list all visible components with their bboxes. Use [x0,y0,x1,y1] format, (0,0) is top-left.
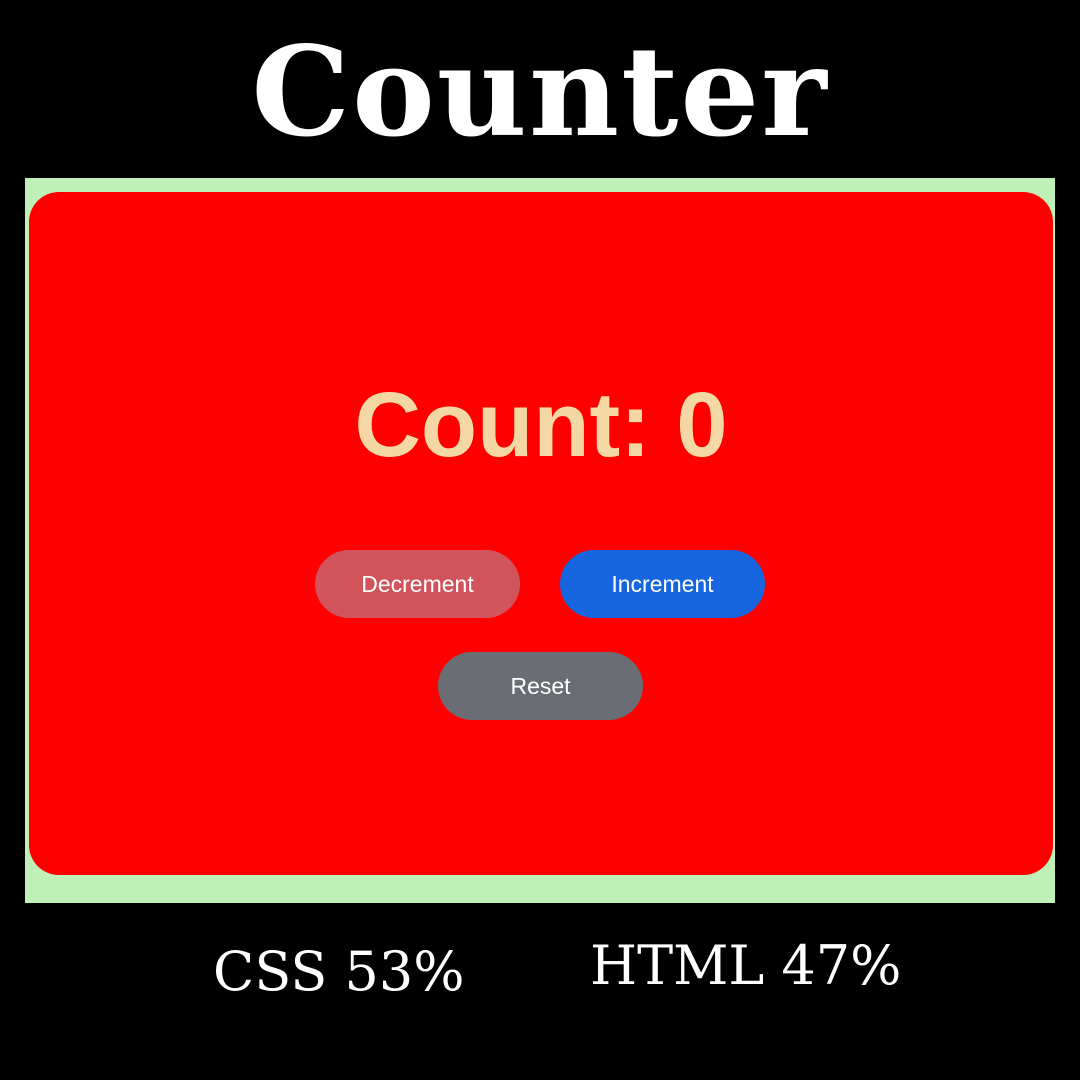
count-display: Count: 0 [354,374,728,476]
app-screenshot-frame: Count: 0 Decrement Increment Reset [25,178,1055,903]
counter-card: Count: 0 Decrement Increment Reset [29,192,1053,875]
css-percentage: CSS 53% [213,940,465,1003]
decrement-button[interactable]: Decrement [315,550,520,618]
page-title: Counter [251,20,829,165]
reset-button[interactable]: Reset [438,652,643,720]
increment-button[interactable]: Increment [560,550,765,618]
html-percentage: HTML 47% [590,934,902,997]
